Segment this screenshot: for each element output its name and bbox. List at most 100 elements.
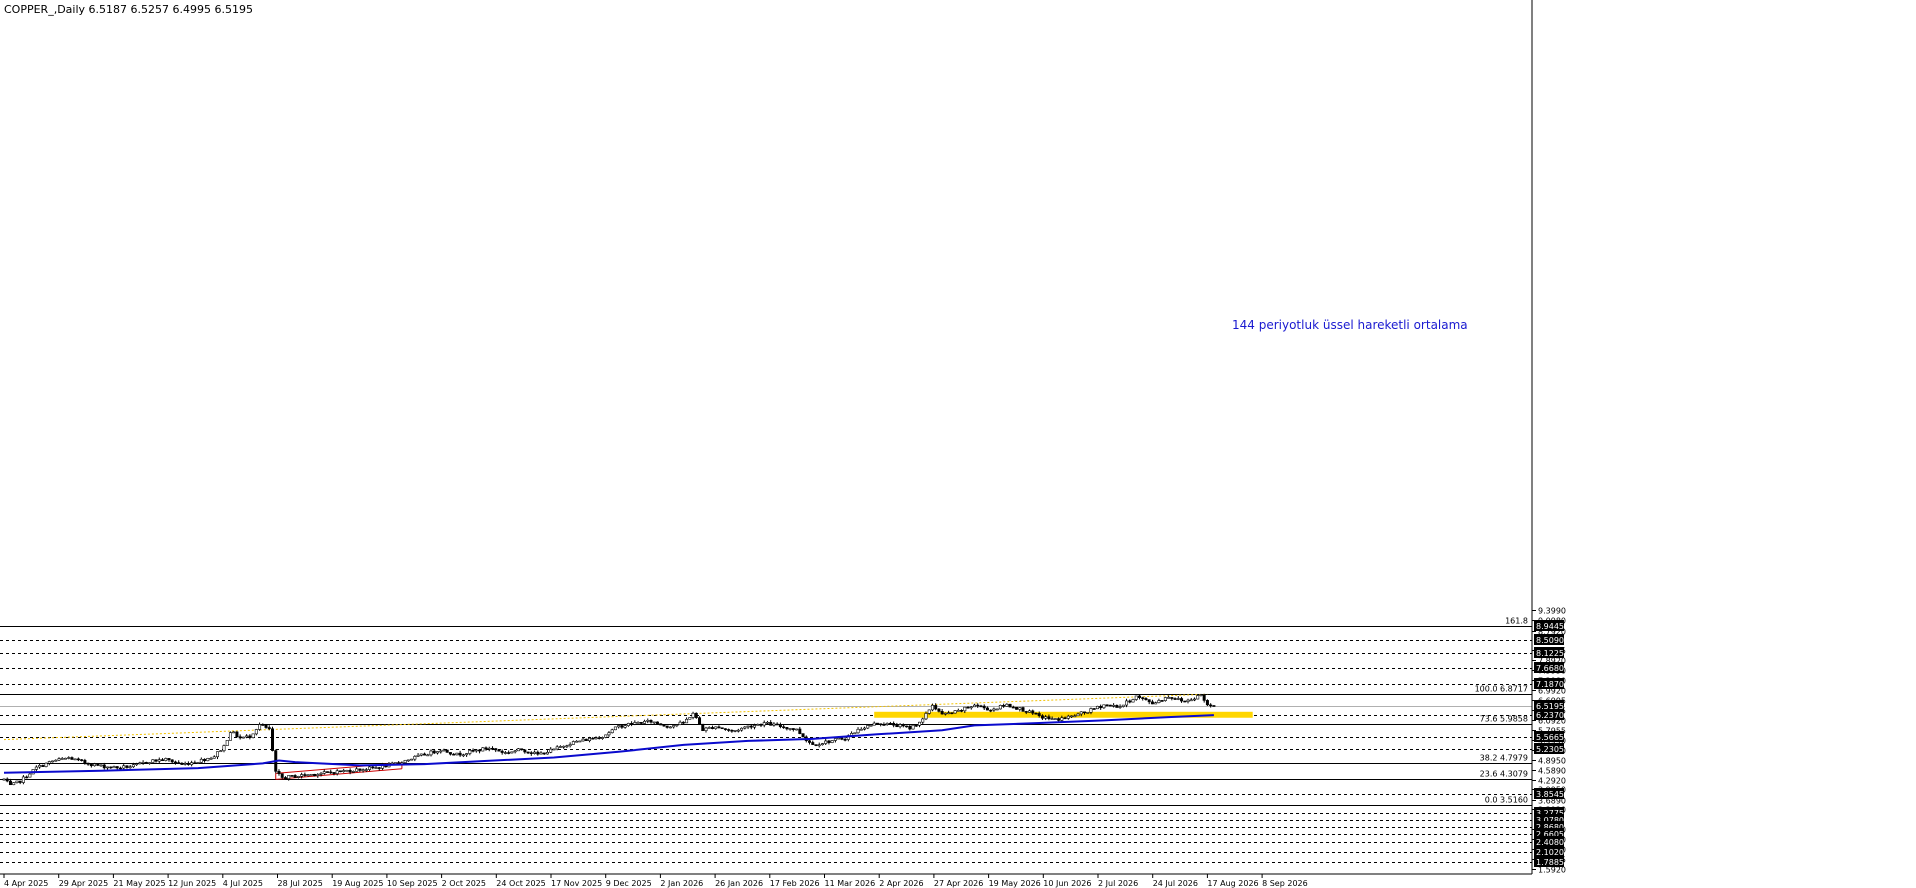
candle-body — [271, 728, 275, 751]
candle-body — [290, 775, 294, 777]
candle-body — [1063, 717, 1067, 720]
candle-body — [122, 765, 126, 769]
candle-body — [665, 725, 669, 728]
candle-body — [636, 721, 640, 724]
candle-body — [57, 758, 61, 761]
candle-body — [180, 763, 184, 765]
candle-body — [630, 723, 634, 725]
candle-body — [186, 763, 190, 765]
candle-body — [710, 727, 714, 729]
candle-body — [1027, 710, 1031, 713]
price-chart[interactable]: 161.8 100.0 6.8717 73.6 5.9858 38.2 4.7979 2… — [0, 0, 1916, 888]
candle-body — [342, 770, 346, 772]
candle-body — [749, 725, 753, 728]
time-tick-label: 24 Oct 2025 — [496, 879, 545, 888]
candle-body — [264, 724, 268, 728]
candle-body — [1076, 713, 1080, 717]
candle-body — [1176, 698, 1180, 700]
candle-body — [393, 762, 397, 764]
axis-price-labels: 8.9445 8.5090 8.1225 7.6680 7.1870 6.2370 5.56… — [1534, 620, 1564, 867]
candle-body — [93, 763, 97, 767]
price-label-text: 1.7885 — [1536, 858, 1564, 867]
fib-label: 73.6 5.9858 — [1480, 715, 1528, 724]
candle-body — [216, 751, 220, 758]
candle-body — [1137, 695, 1141, 698]
time-tick-label: 17 Nov 2025 — [551, 879, 602, 888]
candle-body — [70, 757, 74, 760]
candle-body — [769, 722, 773, 726]
candle-body — [283, 777, 287, 779]
time-tick-label: 27 Apr 2026 — [934, 879, 983, 888]
candle-body — [523, 749, 527, 753]
candle-body — [820, 743, 824, 746]
candle-body — [801, 733, 805, 738]
candle-body — [1060, 717, 1064, 721]
time-tick-label: 29 Apr 2025 — [59, 879, 108, 888]
time-tick-label: 2 Jul 2026 — [1098, 879, 1138, 888]
candle-body — [827, 740, 831, 743]
candle-body — [12, 782, 16, 786]
candle-body — [960, 710, 964, 712]
candle-body — [1034, 712, 1038, 715]
time-tick-label: 10 Sep 2025 — [387, 879, 438, 888]
candle-body — [558, 746, 562, 748]
candle-body — [746, 725, 750, 728]
candle-body — [594, 737, 598, 740]
candle-body — [568, 744, 572, 747]
candle-body — [115, 766, 119, 769]
candle-body — [34, 766, 38, 770]
candle-body — [633, 722, 637, 725]
candle-body — [694, 712, 698, 718]
candle-body — [659, 723, 663, 726]
time-tick-label: 4 Jul 2025 — [223, 879, 263, 888]
candle-body — [277, 771, 281, 774]
candle-body — [643, 720, 647, 724]
candle-body — [979, 705, 983, 708]
candle-body — [316, 774, 320, 776]
candle-body — [1011, 706, 1015, 709]
candle-body — [992, 708, 996, 711]
candle-body — [161, 759, 165, 761]
candle-body — [924, 713, 928, 720]
candle-body — [526, 751, 530, 754]
candle-body — [743, 726, 747, 729]
candle-body — [966, 706, 970, 709]
candle-body — [1099, 705, 1103, 709]
candle-body — [571, 741, 575, 745]
candle-body — [675, 724, 679, 726]
candle-body — [1173, 698, 1177, 700]
candle-body — [313, 773, 317, 776]
candle-body — [1170, 697, 1174, 699]
candle-body — [591, 737, 595, 740]
candle-body — [76, 758, 80, 761]
candle-body — [875, 722, 879, 725]
candle-body — [1167, 697, 1171, 699]
candle-body — [1163, 697, 1167, 701]
candle-body — [610, 729, 614, 734]
candle-body — [468, 749, 472, 754]
candle-body — [364, 769, 368, 771]
candle-body — [1196, 695, 1200, 700]
candle-body — [1160, 700, 1164, 702]
candle-body — [481, 747, 485, 752]
candle-body — [183, 763, 187, 765]
price-tick-label: 4.5890 — [1538, 767, 1566, 776]
candle-body — [455, 752, 459, 756]
fib-label: 0.0 3.5160 — [1485, 796, 1528, 805]
candle-body — [416, 754, 420, 757]
candle-body — [620, 725, 624, 728]
fib-label: 38.2 4.7979 — [1480, 754, 1528, 763]
candle-body — [474, 749, 478, 752]
candle-body — [1047, 716, 1051, 720]
candle-body — [1089, 708, 1093, 713]
candle-body — [720, 727, 724, 730]
candle-body — [368, 766, 372, 770]
time-tick-label: 26 Jan 2026 — [715, 879, 763, 888]
candle-body — [322, 771, 326, 774]
candle-body — [539, 752, 543, 755]
candle-body — [25, 776, 29, 779]
candle-body — [788, 728, 792, 730]
candle-body — [18, 780, 22, 783]
candle-body — [882, 724, 886, 726]
candle-body — [461, 754, 465, 757]
